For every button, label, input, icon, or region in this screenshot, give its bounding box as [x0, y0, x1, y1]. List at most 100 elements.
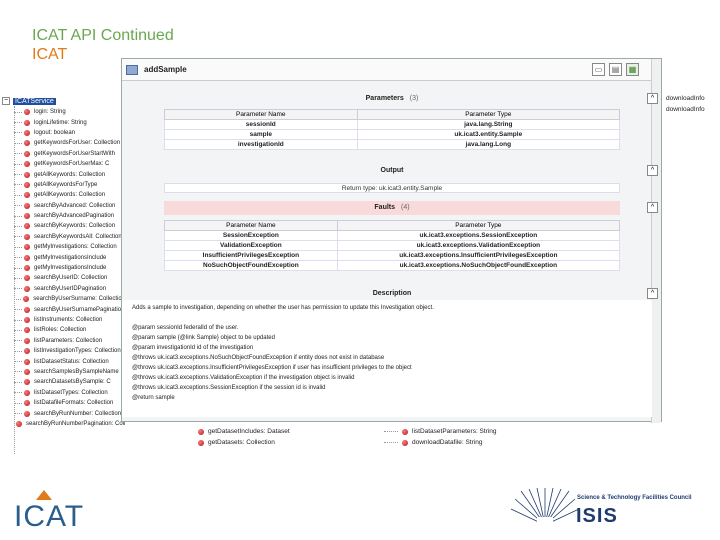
- parameters-collapse-icon[interactable]: ^: [647, 93, 658, 104]
- tree-item-label: getKeywordsForUserStartWith: [34, 150, 116, 157]
- tree-item[interactable]: listRoles: Collection: [14, 325, 125, 335]
- tree-item[interactable]: searchByUserIDPagination: [14, 284, 125, 294]
- tree-item[interactable]: searchByUserSurnamePagination: [14, 304, 125, 314]
- tree-item[interactable]: searchSamplesBySampleName: [14, 367, 125, 377]
- tree-item-label: searchSamplesBySampleName: [34, 368, 119, 375]
- fault-row: SessionException uk.icat3.exceptions.Sess…: [164, 230, 621, 241]
- operation-icon: [24, 213, 30, 220]
- tree-item-label: searchByAdvanced: Collection: [34, 202, 116, 209]
- tree-item[interactable]: searchByRunNumber: Collection: [14, 408, 125, 418]
- operation-icon: [24, 202, 30, 209]
- col-type-header: Parameter Type: [356, 109, 621, 120]
- operation-icon: [24, 254, 30, 261]
- fault-row: ValidationException uk.icat3.exceptions.V…: [164, 240, 621, 251]
- parameters-header: Parameters (3): [164, 92, 620, 106]
- tree-item[interactable]: logout: boolean: [14, 128, 125, 138]
- tree-item[interactable]: searchByKeywordsAll: Collection: [14, 232, 125, 242]
- tree-item-label: searchDatasetsBySample: C: [34, 379, 111, 386]
- window-titlebar: addSample ▭ ▤ ▦: [122, 59, 661, 81]
- operation-icon: [24, 368, 30, 375]
- tree-item[interactable]: listDatafileFormats: Collection: [14, 398, 125, 408]
- operation-icon: [402, 439, 408, 446]
- tree-item-label: listDatafileFormats: Collection: [34, 400, 114, 407]
- bottom-item[interactable]: listDatasetParameters: String: [380, 428, 497, 435]
- tree-item-label: searchByUserSurname: Collection: [33, 296, 125, 303]
- tree-item-label: searchByAdvancedPagination: [34, 213, 115, 220]
- parameter-row: sample uk.icat3.entity.Sample: [164, 129, 621, 140]
- fault-type: uk.icat3.exceptions.SessionException: [336, 230, 621, 241]
- tree-item[interactable]: getMyInvestigationsInclude: [14, 263, 125, 273]
- tree-item[interactable]: searchByAdvanced: Collection: [14, 201, 125, 211]
- operation-icon: [24, 150, 30, 157]
- description-line: @param sample {@link Sample} object to b…: [132, 335, 275, 341]
- bottom-item-label: getDatasetIncludes: Dataset: [208, 428, 290, 435]
- tree-item[interactable]: searchByRunNumberPagination: Collection: [14, 419, 125, 429]
- output-return-type: Return type: uk.icat3.entity.Sample: [164, 183, 620, 193]
- design-view-icon[interactable]: ▤: [609, 63, 622, 76]
- faults-heading: Faults: [374, 204, 396, 211]
- tree-item[interactable]: loginLifetime: String: [14, 117, 125, 127]
- tree-item[interactable]: getKeywordsForUserStartWith: [14, 149, 125, 159]
- tree-item-label: searchByRunNumber: Collection: [34, 410, 122, 417]
- tree-root[interactable]: − ICATService: [2, 97, 56, 105]
- tree-item[interactable]: getAllKeywordsForType: [14, 180, 125, 190]
- tree-item[interactable]: getAllKeywords: Collection: [14, 169, 125, 179]
- slide-title: ICAT API Continued: [32, 27, 174, 44]
- parameter-row: investigationId java.lang.Long: [164, 139, 621, 150]
- tree-item[interactable]: getKeywordsForUser: Collection: [14, 138, 125, 148]
- fault-type: uk.icat3.exceptions.NoSuchObjectFoundExc…: [336, 260, 621, 271]
- tree-item[interactable]: login: String: [14, 107, 125, 117]
- slide-subtitle: ICAT: [32, 46, 68, 63]
- tree-item-label: searchByKeywords: Collection: [34, 223, 116, 230]
- collapse-icon[interactable]: −: [2, 97, 10, 105]
- tree-item[interactable]: listParameters: Collection: [14, 336, 125, 346]
- bottom-item[interactable]: getDatasets: Collection: [198, 439, 275, 446]
- tree-item[interactable]: searchByUserSurname: Collection: [14, 294, 125, 304]
- description-collapse-icon[interactable]: ^: [647, 288, 658, 299]
- description-line: @param sessionId federalId of the user.: [132, 325, 239, 331]
- faults-table: Parameter Name Parameter Type SessionExce…: [164, 220, 621, 271]
- description-line: @throws uk.icat3.exceptions.Insufficient…: [132, 365, 412, 371]
- bottom-item[interactable]: getDatasetIncludes: Dataset: [198, 428, 290, 435]
- source-view-icon[interactable]: ▭: [592, 63, 605, 76]
- parameter-name: investigationId: [164, 139, 358, 150]
- tree-item-label: getAllKeywords: Collection: [34, 171, 106, 178]
- tree-root-label[interactable]: ICATService: [13, 97, 56, 105]
- tree-item[interactable]: listDatasetStatus: Collection: [14, 356, 125, 366]
- bottom-item[interactable]: downloadDatafile: String: [380, 439, 482, 446]
- operation-icon: [24, 192, 30, 199]
- tree-item[interactable]: getMyInvestigations: Collection: [14, 242, 125, 252]
- tree-item[interactable]: getMyInvestigationsInclude: [14, 252, 125, 262]
- parameter-name: sessionId: [164, 119, 358, 130]
- tree-item[interactable]: searchByUserID: Collection: [14, 273, 125, 283]
- operation-icon: [198, 439, 204, 446]
- operation-icon: [16, 420, 22, 427]
- operation-icon: [24, 171, 30, 178]
- operation-icon: [24, 181, 30, 188]
- faults-collapse-icon[interactable]: ^: [647, 202, 658, 213]
- graph-view-icon[interactable]: ▦: [626, 63, 639, 76]
- operation-icon: [24, 285, 30, 292]
- col-name-header: Parameter Name: [164, 109, 358, 120]
- output-heading: Output: [380, 167, 404, 174]
- operation-icon: [24, 265, 30, 272]
- tree-item[interactable]: listInstruments: Collection: [14, 315, 125, 325]
- tree-item-label: listParameters: Collection: [34, 337, 103, 344]
- tree-item[interactable]: searchByKeywords: Collection: [14, 221, 125, 231]
- tree-item[interactable]: getKeywordsForUserMax: C: [14, 159, 125, 169]
- operation-icon: [24, 306, 30, 313]
- tree-item-label: getMyInvestigations: Collection: [34, 244, 117, 251]
- description-line: [132, 313, 642, 323]
- tree-item[interactable]: listDatasetTypes: Collection: [14, 388, 125, 398]
- operation-icon: [24, 109, 30, 116]
- faults-header: Faults (4): [164, 201, 620, 215]
- tree-item[interactable]: listInvestigationTypes: Collection: [14, 346, 125, 356]
- output-collapse-icon[interactable]: ^: [647, 165, 658, 176]
- description-line: @param investigationId id of the investi…: [132, 345, 254, 351]
- window-scrollbar[interactable]: [651, 59, 661, 423]
- fault-row: NoSuchObjectFoundException uk.icat3.excep…: [164, 260, 621, 271]
- tree-item[interactable]: getAllKeywords: Collection: [14, 190, 125, 200]
- parameter-type: uk.icat3.entity.Sample: [356, 129, 621, 140]
- tree-item[interactable]: searchDatasetsBySample: C: [14, 377, 125, 387]
- tree-item[interactable]: searchByAdvancedPagination: [14, 211, 125, 221]
